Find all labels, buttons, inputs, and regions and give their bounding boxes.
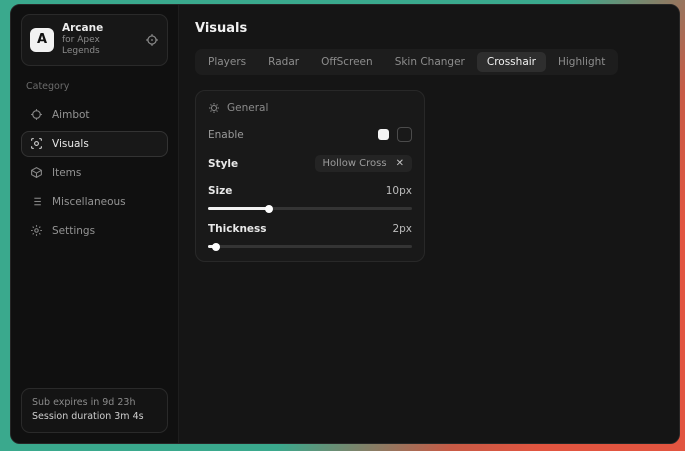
package-icon — [30, 166, 43, 179]
category-label: Category — [26, 81, 168, 92]
crosshair-icon — [30, 108, 43, 121]
size-slider-thumb[interactable] — [265, 205, 273, 213]
target-icon[interactable] — [145, 33, 159, 47]
thickness-slider[interactable] — [208, 245, 412, 248]
scan-eye-icon — [30, 137, 43, 150]
page-title: Visuals — [195, 21, 663, 36]
size-slider[interactable] — [208, 207, 412, 210]
size-slider-fill — [208, 207, 269, 210]
sidebar-item-miscellaneous[interactable]: Miscellaneous — [21, 189, 168, 215]
thickness-label: Thickness — [208, 223, 267, 235]
tab-highlight[interactable]: Highlight — [548, 52, 615, 72]
brand-subtitle: for Apex Legends — [62, 35, 137, 58]
brand-logo: A — [30, 28, 54, 52]
sidebar-item-settings[interactable]: Settings — [21, 218, 168, 244]
style-row: Style Hollow Cross ✕ — [208, 155, 412, 172]
sidebar-item-label: Aimbot — [52, 109, 90, 121]
session-duration-text: Session duration 3m 4s — [32, 410, 157, 425]
style-value: Hollow Cross — [323, 158, 387, 169]
main-content: Visuals Players Radar OffScreen Skin Cha… — [179, 5, 679, 443]
enable-checkbox[interactable] — [378, 129, 389, 140]
size-row: Size 10px — [208, 185, 412, 197]
tab-offscreen[interactable]: OffScreen — [311, 52, 383, 72]
enable-keybind-box[interactable] — [397, 127, 412, 142]
list-icon — [30, 195, 43, 208]
brand-text: Arcane for Apex Legends — [62, 22, 137, 58]
tab-radar[interactable]: Radar — [258, 52, 309, 72]
sidebar: A Arcane for Apex Legends Category — [11, 5, 179, 443]
gear-icon — [30, 224, 43, 237]
sidebar-item-label: Items — [52, 167, 81, 179]
size-value: 10px — [386, 185, 412, 197]
crosshair-settings-icon — [208, 102, 220, 114]
sub-expires-text: Sub expires in 9d 23h — [32, 396, 157, 411]
tab-crosshair[interactable]: Crosshair — [477, 52, 546, 72]
enable-row: Enable — [208, 127, 412, 142]
subscription-info-card: Sub expires in 9d 23h Session duration 3… — [21, 388, 168, 433]
thickness-slider-thumb[interactable] — [212, 243, 220, 251]
sidebar-item-label: Visuals — [52, 138, 89, 150]
brand-title: Arcane — [62, 22, 137, 35]
sidebar-nav: Aimbot Visuals Items — [21, 102, 168, 244]
enable-label: Enable — [208, 129, 244, 141]
app-window: A Arcane for Apex Legends Category — [10, 4, 680, 444]
sidebar-item-label: Settings — [52, 225, 95, 237]
general-panel-title: General — [227, 102, 268, 114]
clear-style-icon[interactable]: ✕ — [396, 158, 404, 169]
thickness-row: Thickness 2px — [208, 223, 412, 235]
style-dropdown[interactable]: Hollow Cross ✕ — [315, 155, 412, 172]
brand-card: A Arcane for Apex Legends — [21, 14, 168, 66]
sidebar-item-label: Miscellaneous — [52, 196, 126, 208]
sidebar-item-items[interactable]: Items — [21, 160, 168, 186]
tab-skin-changer[interactable]: Skin Changer — [385, 52, 475, 72]
thickness-value: 2px — [392, 223, 412, 235]
size-label: Size — [208, 185, 232, 197]
tab-players[interactable]: Players — [198, 52, 256, 72]
sidebar-item-visuals[interactable]: Visuals — [21, 131, 168, 157]
general-panel: General Enable Style Hollow Cross ✕ Size… — [195, 90, 425, 262]
general-panel-header: General — [208, 102, 412, 114]
style-label: Style — [208, 158, 238, 170]
visuals-tabbar: Players Radar OffScreen Skin Changer Cro… — [195, 49, 618, 75]
sidebar-item-aimbot[interactable]: Aimbot — [21, 102, 168, 128]
